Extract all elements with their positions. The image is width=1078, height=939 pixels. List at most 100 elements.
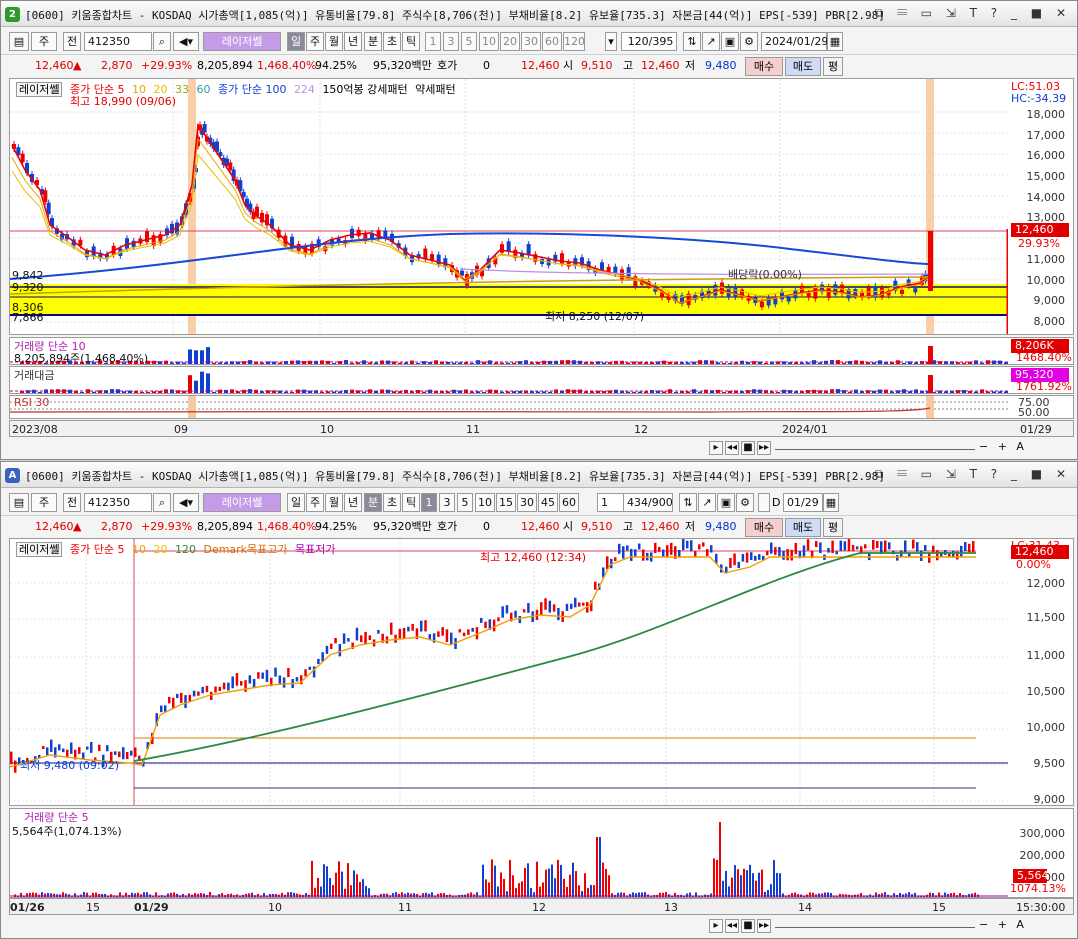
minute-15[interactable]: 15 — [496, 493, 516, 512]
sell-button[interactable]: 매도 — [785, 518, 821, 537]
minute-10[interactable]: 10 — [479, 32, 499, 51]
minute-30[interactable]: 30 — [517, 493, 537, 512]
bar-count[interactable]: 434/900 — [623, 493, 673, 512]
price-y-axis[interactable]: LC:51.03 HC:-34.39 18,000 17,000 16,000 … — [1008, 78, 1074, 335]
minute-60[interactable]: 60 — [542, 32, 562, 51]
scroll-controls[interactable]: ▸ ◂◂ ■ ▸▸ − + A — [707, 918, 1071, 936]
market-select[interactable]: 주 — [31, 493, 57, 512]
period-month[interactable]: 월 — [325, 493, 343, 512]
bar-count[interactable]: 120/395 — [621, 32, 677, 51]
scroll-controls[interactable]: ▸ ◂◂ ■ ▸▸ − + A — [707, 440, 1071, 458]
stock-code-input[interactable]: 412350 — [84, 493, 152, 512]
market-select[interactable]: 주 — [31, 32, 57, 51]
period-tick[interactable]: 틱 — [402, 32, 420, 51]
stock-name-button[interactable]: 레이저쎌 — [203, 32, 281, 51]
open-label: 시 — [563, 59, 574, 72]
period-week[interactable]: 주 — [306, 32, 324, 51]
window-controls[interactable]: ⧉ 𝄘 ▭ ⇲ T ? _ ■ ✕ — [875, 467, 1071, 482]
date-input[interactable]: 01/29 — [783, 493, 823, 512]
volume-panel[interactable]: 거래량 단순 10 8,205,894주(1,468.40%) — [9, 337, 1009, 365]
minute-5[interactable]: 5 — [457, 493, 473, 512]
minute-5[interactable]: 5 — [461, 32, 477, 51]
period-year[interactable]: 년 — [344, 493, 362, 512]
low-price: 9,480 — [705, 59, 737, 72]
period-month[interactable]: 월 — [325, 32, 343, 51]
all-toggle[interactable]: 전 — [63, 32, 81, 51]
candle-body — [308, 666, 312, 670]
volume-bar — [839, 893, 841, 897]
volume-bar — [422, 391, 426, 393]
rsi-panel[interactable]: RSI 30 — [9, 395, 1009, 419]
minute-volume-panel[interactable]: 거래량 단순 5 5,564주(1,074.13%) — [9, 808, 1009, 898]
candle-body — [244, 680, 247, 692]
candle-body — [184, 695, 187, 708]
stock-code-input[interactable]: 412350 — [84, 32, 152, 51]
sound-icon[interactable]: ◀▾ — [173, 493, 199, 512]
window-controls[interactable]: ⧉ 𝄘 ▭ ⇲ T ? _ ■ ✕ — [875, 6, 1071, 21]
price-chart[interactable]: 레이저쎌 종가 단순 5 10 20 33 60 종가 단순 100 224 1… — [9, 78, 1009, 335]
minute-30[interactable]: 30 — [521, 32, 541, 51]
minute-1[interactable]: 1 — [425, 32, 441, 51]
high-price: 12,460 — [641, 520, 680, 533]
period-tick[interactable]: 틱 — [402, 493, 420, 512]
candle-body — [815, 541, 818, 548]
calendar-icon[interactable]: ▦ — [823, 493, 839, 512]
period-minute[interactable]: 분 — [364, 493, 382, 512]
title-bar[interactable]: A [0600] 키움종합차트 - KOSDAQ 시가총액[1,085(억)] … — [1, 462, 1077, 488]
candle-body — [654, 542, 657, 554]
candle-body — [114, 751, 117, 755]
menu-icon[interactable]: ▤ — [9, 493, 29, 512]
date-input[interactable]: 2024/01/29 — [761, 32, 828, 51]
calendar-icon[interactable]: ▦ — [827, 32, 843, 51]
volume-bar — [686, 362, 690, 364]
period-minute[interactable]: 분 — [364, 32, 382, 51]
unit-dropdown[interactable]: ▾ — [605, 32, 617, 51]
minute-y-axis[interactable]: LC:31.43 12,000 11,500 11,000 10,500 10,… — [1008, 538, 1074, 806]
gear-icon[interactable]: ⚙ — [740, 32, 758, 51]
gear-icon[interactable]: ⚙ — [736, 493, 754, 512]
save-icon[interactable]: ▣ — [717, 493, 735, 512]
minute-60[interactable]: 60 — [559, 493, 579, 512]
title-bar[interactable]: 2 [0600] 키움종합차트 - KOSDAQ 시가총액[1,085(억)] … — [1, 1, 1077, 27]
stock-name-button[interactable]: 레이저쎌 — [203, 493, 281, 512]
save-icon[interactable]: ▣ — [721, 32, 739, 51]
draw-icon[interactable]: ↗ — [702, 32, 720, 51]
d-checkbox[interactable] — [758, 493, 770, 512]
tool-icon[interactable]: ⇅ — [679, 493, 697, 512]
period-week[interactable]: 주 — [306, 493, 324, 512]
minute-10[interactable]: 10 — [475, 493, 495, 512]
window-title: [0600] 키움종합차트 - KOSDAQ 시가총액[1,085(억)] 유통… — [25, 470, 885, 483]
menu-icon[interactable]: ▤ — [9, 32, 29, 51]
search-icon[interactable]: ⌕ — [153, 32, 171, 51]
low-label: 저 — [685, 59, 696, 72]
all-toggle[interactable]: 전 — [63, 493, 81, 512]
minute-price-chart[interactable]: 레이저쎌 종가 단순 5 10 20 120 Demark목표고가 목표저가 최… — [9, 538, 1009, 806]
tool-icon[interactable]: ⇅ — [683, 32, 701, 51]
amount-panel[interactable]: 거래대금 — [9, 366, 1009, 394]
avg-button[interactable]: 평 — [823, 518, 843, 537]
draw-icon[interactable]: ↗ — [698, 493, 716, 512]
minute-3[interactable]: 3 — [439, 493, 455, 512]
minute-20[interactable]: 20 — [500, 32, 520, 51]
minute-1[interactable]: 1 — [421, 493, 437, 512]
sound-icon[interactable]: ◀▾ — [173, 32, 199, 51]
volume-bar — [548, 391, 552, 393]
buy-button[interactable]: 매수 — [745, 518, 783, 537]
avg-button[interactable]: 평 — [823, 57, 843, 76]
x-tick: 12 — [532, 901, 546, 914]
minute-120[interactable]: 120 — [563, 32, 585, 51]
sell-button[interactable]: 매도 — [785, 57, 821, 76]
period-year[interactable]: 년 — [344, 32, 362, 51]
period-day[interactable]: 일 — [287, 32, 305, 51]
volume-bar — [338, 391, 342, 393]
period-second[interactable]: 초 — [383, 32, 401, 51]
minute-45[interactable]: 45 — [538, 493, 558, 512]
volume-bar — [536, 391, 540, 393]
search-icon[interactable]: ⌕ — [153, 493, 171, 512]
minute-3[interactable]: 3 — [443, 32, 459, 51]
period-day[interactable]: 일 — [287, 493, 305, 512]
buy-button[interactable]: 매수 — [745, 57, 783, 76]
volume-bar — [500, 362, 504, 364]
period-second[interactable]: 초 — [383, 493, 401, 512]
volume-bar — [506, 391, 510, 393]
